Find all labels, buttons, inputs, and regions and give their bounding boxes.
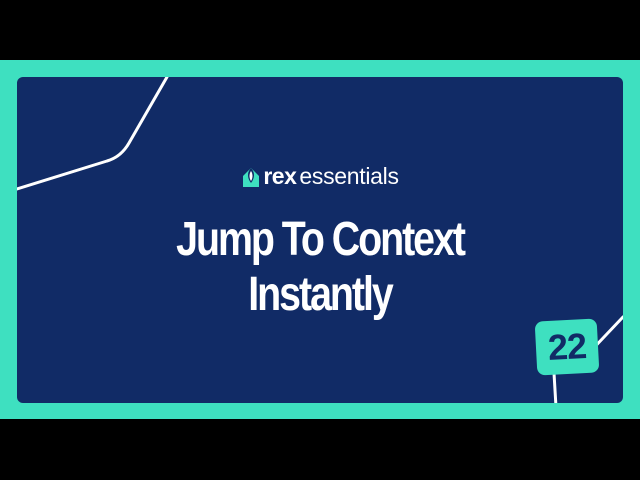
- title-card: rex essentials Jump To Context Instantly …: [17, 77, 623, 403]
- episode-number-badge: 22: [534, 318, 600, 376]
- video-title-line-2: Instantly: [248, 268, 393, 321]
- rex-house-leaf-icon: [243, 168, 260, 187]
- teal-frame: rex essentials Jump To Context Instantly …: [0, 60, 640, 419]
- brand-name-bold: rex: [263, 163, 297, 189]
- video-title-line-1: Jump To Context: [176, 213, 466, 266]
- brand-logo: rex essentials: [17, 162, 623, 190]
- brand-name-regular: essentials: [299, 163, 399, 189]
- video-title: Jump To Context Instantly: [72, 212, 569, 322]
